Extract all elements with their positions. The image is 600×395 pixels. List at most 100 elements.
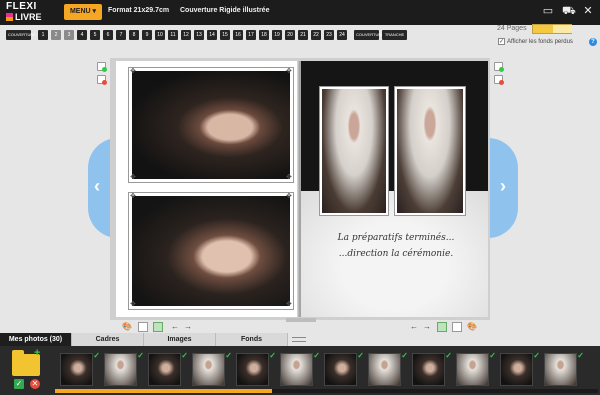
flexilivre-logo[interactable]: FLEXI LIVRE bbox=[6, 2, 46, 22]
page-button[interactable]: 20 bbox=[285, 30, 295, 40]
arrow-left-icon[interactable]: ← bbox=[170, 322, 180, 332]
show-lost-backgrounds-label: Afficher les fonds perdus bbox=[507, 38, 573, 45]
arrow-right-icon[interactable]: → bbox=[183, 322, 193, 332]
bride-photo-frame-2[interactable] bbox=[394, 86, 466, 216]
page-button[interactable]: 18 bbox=[259, 30, 269, 40]
arrow-left-icon[interactable]: ← bbox=[409, 322, 419, 332]
makeup-photo-1[interactable] bbox=[132, 71, 290, 179]
page-button[interactable]: 16 bbox=[233, 30, 243, 40]
page-button[interactable]: 13 bbox=[194, 30, 204, 40]
page-button[interactable]: 9 bbox=[142, 30, 152, 40]
frame-corner-ornament: ✥ bbox=[286, 193, 292, 200]
frame-corner-ornament: ✥ bbox=[286, 68, 292, 75]
tab-images[interactable]: Images bbox=[144, 333, 216, 346]
photo-thumbnail[interactable]: ✓ bbox=[236, 351, 276, 386]
add-page-left-icon[interactable] bbox=[97, 62, 107, 72]
page-button[interactable]: 21 bbox=[298, 30, 308, 40]
spine-button[interactable]: TRANCHE bbox=[382, 30, 407, 40]
page-button[interactable]: 3 bbox=[64, 30, 74, 40]
frame-corner-ornament: ✥ bbox=[130, 174, 136, 181]
photo-thumbnail[interactable]: ✓ bbox=[456, 351, 496, 386]
page-button[interactable]: 8 bbox=[129, 30, 139, 40]
page-button[interactable]: 4 bbox=[77, 30, 87, 40]
page-button[interactable]: 14 bbox=[207, 30, 217, 40]
page-button[interactable]: 2 bbox=[51, 30, 61, 40]
used-check-icon: ✓ bbox=[445, 351, 452, 360]
cover-front-button[interactable]: COUVERTURE bbox=[6, 30, 36, 40]
add-photos-folder-icon[interactable]: + bbox=[12, 348, 40, 376]
photo-thumbnail[interactable]: ✓ bbox=[60, 351, 100, 386]
page-button[interactable]: 10 bbox=[155, 30, 165, 40]
add-page-right-icon[interactable] bbox=[494, 62, 504, 72]
remove-page-right-icon[interactable] bbox=[494, 75, 504, 85]
photo-frame-bottom[interactable]: ✥ ✥ ✥ ✥ bbox=[128, 192, 294, 310]
used-check-icon: ✓ bbox=[181, 351, 188, 360]
used-check-icon: ✓ bbox=[269, 351, 276, 360]
caption-line-2[interactable]: ...direction la cérémonie. bbox=[321, 249, 471, 259]
photo-thumbnail[interactable]: ✓ bbox=[280, 351, 320, 386]
photo-frame-top[interactable]: ✥ ✥ ✥ ✥ bbox=[128, 67, 294, 183]
arrow-right-icon[interactable]: → bbox=[422, 322, 432, 332]
layout-icon[interactable] bbox=[452, 322, 462, 332]
page-button[interactable]: 5 bbox=[90, 30, 100, 40]
photo-thumbnail[interactable]: ✓ bbox=[368, 351, 408, 386]
top-icons: ▭ ⛟ ✕ bbox=[542, 5, 594, 17]
tab-mes-photos[interactable]: Mes photos (30) bbox=[0, 333, 72, 346]
page-button[interactable]: 6 bbox=[103, 30, 113, 40]
tab-fonds[interactable]: Fonds bbox=[216, 333, 288, 346]
used-check-icon: ✓ bbox=[533, 351, 540, 360]
confirm-button[interactable]: ✓ bbox=[14, 379, 24, 389]
page-button[interactable]: 24 bbox=[337, 30, 347, 40]
used-check-icon: ✓ bbox=[577, 351, 584, 360]
show-lost-backgrounds-checkbox[interactable]: ✓ bbox=[498, 38, 505, 45]
frame-corner-ornament: ✥ bbox=[130, 301, 136, 308]
page-button[interactable]: 11 bbox=[168, 30, 178, 40]
right-page[interactable]: La préparatifs terminés... ...direction … bbox=[301, 61, 488, 317]
page-button[interactable]: 19 bbox=[272, 30, 282, 40]
used-check-icon: ✓ bbox=[357, 351, 364, 360]
cart-icon[interactable]: ⛟ bbox=[562, 5, 576, 17]
next-spread-button[interactable]: › bbox=[488, 138, 518, 238]
background-icon[interactable] bbox=[437, 322, 447, 332]
photo-thumbnail[interactable]: ✓ bbox=[148, 351, 188, 386]
photo-thumbnail[interactable]: ✓ bbox=[544, 351, 584, 386]
photo-thumbnail[interactable]: ✓ bbox=[412, 351, 452, 386]
double-page-view-button[interactable] bbox=[533, 25, 553, 33]
photo-thumbnail[interactable]: ✓ bbox=[324, 351, 364, 386]
photo-thumbnail[interactable]: ✓ bbox=[104, 351, 144, 386]
makeup-photo-2[interactable] bbox=[132, 196, 290, 306]
page-button[interactable]: 17 bbox=[246, 30, 256, 40]
panel-resize-handle[interactable] bbox=[292, 337, 306, 342]
left-page[interactable]: ✥ ✥ ✥ ✥ ✥ ✥ ✥ ✥ bbox=[116, 61, 301, 317]
layout-icon[interactable] bbox=[138, 322, 148, 332]
page-button[interactable]: 22 bbox=[311, 30, 321, 40]
view-mode-toggle[interactable] bbox=[532, 24, 572, 34]
bride-photo-2[interactable] bbox=[397, 89, 463, 213]
background-icon[interactable] bbox=[153, 322, 163, 332]
spread-scroll-thumb[interactable] bbox=[286, 318, 316, 322]
cover-back-button[interactable]: COUVERTURE bbox=[354, 30, 384, 40]
page-button[interactable]: 7 bbox=[116, 30, 126, 40]
page-button[interactable]: 23 bbox=[324, 30, 334, 40]
monitor-icon[interactable]: ▭ bbox=[542, 5, 554, 17]
show-lost-backgrounds-row[interactable]: ✓ Afficher les fonds perdus bbox=[498, 38, 573, 45]
page-button[interactable]: 15 bbox=[220, 30, 230, 40]
used-check-icon: ✓ bbox=[225, 351, 232, 360]
remove-page-left-icon[interactable] bbox=[97, 75, 107, 85]
caption-line-1[interactable]: La préparatifs terminés... bbox=[321, 233, 471, 243]
palette-icon[interactable]: 🎨 bbox=[467, 322, 477, 332]
menu-button[interactable]: MENU ▾ bbox=[64, 4, 102, 20]
photo-thumbnail[interactable]: ✓ bbox=[192, 351, 232, 386]
page-button[interactable]: 1 bbox=[38, 30, 48, 40]
help-icon[interactable]: ? bbox=[589, 38, 597, 46]
bride-photo-1[interactable] bbox=[322, 89, 386, 213]
format-label: Format 21x29.7cm bbox=[108, 7, 170, 14]
grid-view-button[interactable] bbox=[553, 25, 572, 33]
page-button[interactable]: 12 bbox=[181, 30, 191, 40]
bride-photo-frame-1[interactable] bbox=[319, 86, 389, 216]
palette-icon[interactable]: 🎨 bbox=[122, 322, 132, 332]
close-icon[interactable]: ✕ bbox=[582, 5, 594, 17]
delete-button[interactable]: ✕ bbox=[30, 379, 40, 389]
photo-thumbnail[interactable]: ✓ bbox=[500, 351, 540, 386]
tab-cadres[interactable]: Cadres bbox=[72, 333, 144, 346]
